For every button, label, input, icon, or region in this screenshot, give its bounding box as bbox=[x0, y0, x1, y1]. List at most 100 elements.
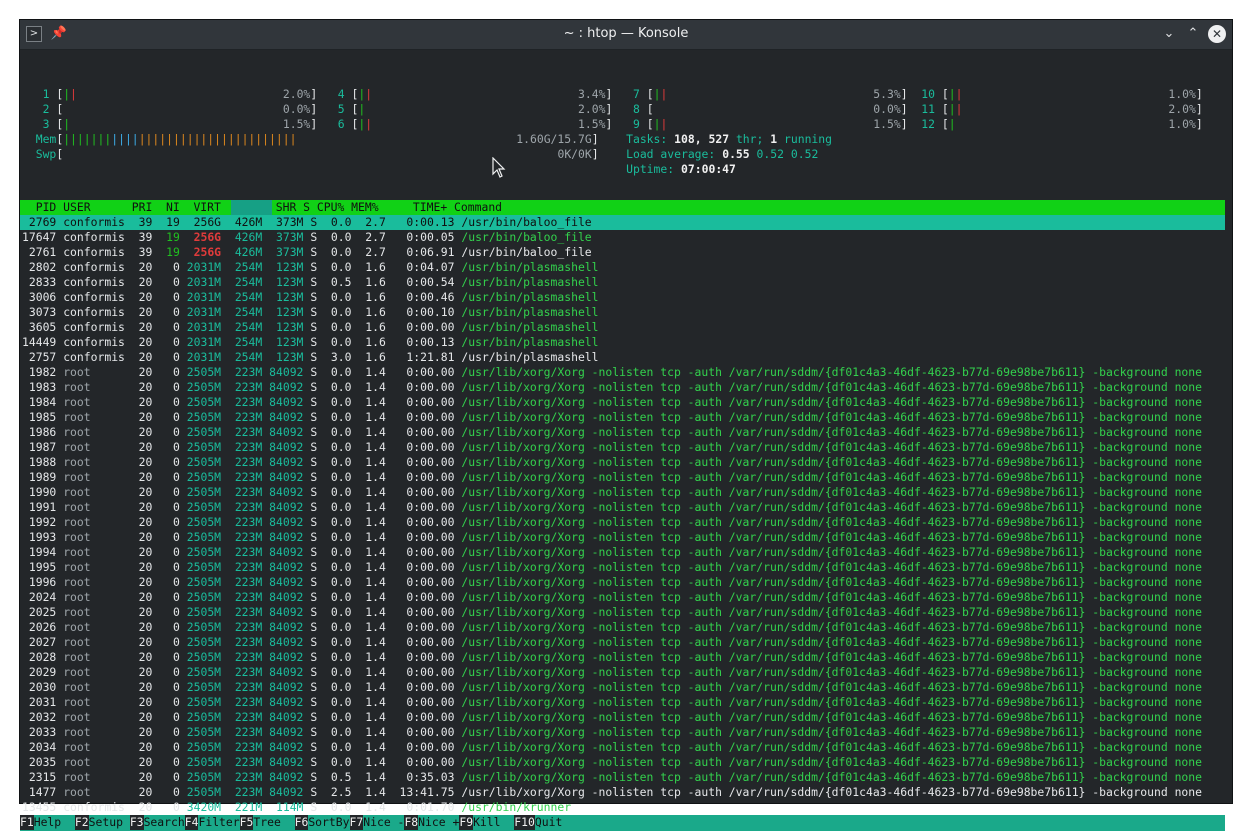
user-cell: root bbox=[63, 365, 125, 379]
pid-cell: 2032 bbox=[22, 710, 57, 724]
chevron-down-icon[interactable]: ⌄ bbox=[1160, 25, 1178, 43]
state-cell: S bbox=[310, 740, 318, 754]
user-cell: root bbox=[63, 620, 125, 634]
table-row[interactable]: 2802 conformis 20 0 2031M 254M 123M S 0.0 1.… bbox=[20, 260, 1225, 275]
table-row[interactable]: 2769 conformis 39 19 256G 426M 373M S 0.0 2… bbox=[20, 215, 1225, 230]
res-cell: 221M bbox=[234, 800, 263, 814]
time-cell: 0:00.00 bbox=[392, 635, 455, 649]
pid-cell: 2031 bbox=[22, 695, 57, 709]
table-row[interactable]: 1982 root 20 0 2505M 223M 84092 S 0.0 1.4 0:0… bbox=[20, 365, 1225, 380]
table-row[interactable]: 2024 root 20 0 2505M 223M 84092 S 0.0 1.4 0:0… bbox=[20, 590, 1225, 605]
table-row[interactable]: 1986 root 20 0 2505M 223M 84092 S 0.0 1.4 0:0… bbox=[20, 425, 1225, 440]
table-row[interactable]: 1987 root 20 0 2505M 223M 84092 S 0.0 1.4 0:0… bbox=[20, 440, 1225, 455]
nice-cell: 0 bbox=[159, 380, 180, 394]
mem-cell: 1.4 bbox=[358, 575, 386, 589]
table-row[interactable]: 2029 root 20 0 2505M 223M 84092 S 0.0 1.4 0:0… bbox=[20, 665, 1225, 680]
table-row[interactable]: 1993 root 20 0 2505M 223M 84092 S 0.0 1.4 0:0… bbox=[20, 530, 1225, 545]
cpu-percent: 0.0% bbox=[866, 102, 901, 116]
virt-cell: 2031M bbox=[186, 260, 222, 274]
table-row[interactable]: 14449 conformis 20 0 2031M 254M 123M S 0.0 1… bbox=[20, 335, 1225, 350]
table-row[interactable]: 3006 conformis 20 0 2031M 254M 123M S 0.0 1.… bbox=[20, 290, 1225, 305]
cpu-cell: 0.0 bbox=[324, 725, 352, 739]
cpu-cell: 0.0 bbox=[324, 695, 352, 709]
pid-cell: 1985 bbox=[22, 410, 57, 424]
table-row[interactable]: 1985 root 20 0 2505M 223M 84092 S 0.0 1.4 0:0… bbox=[20, 410, 1225, 425]
table-row[interactable]: 2030 root 20 0 2505M 223M 84092 S 0.0 1.4 0:0… bbox=[20, 680, 1225, 695]
state-cell: S bbox=[310, 680, 318, 694]
state-cell: S bbox=[310, 695, 318, 709]
table-row[interactable]: 3073 conformis 20 0 2031M 254M 123M S 0.0 1.… bbox=[20, 305, 1225, 320]
mem-cell: 1.4 bbox=[358, 710, 386, 724]
table-row[interactable]: 2025 root 20 0 2505M 223M 84092 S 0.0 1.4 0:0… bbox=[20, 605, 1225, 620]
threads-count: 527 bbox=[708, 132, 730, 146]
time-cell: 0:00.00 bbox=[392, 710, 455, 724]
cpu-number: 10 bbox=[914, 87, 936, 101]
table-row[interactable]: 3605 conformis 20 0 2031M 254M 123M S 0.0 1.… bbox=[20, 320, 1225, 335]
cpu-cell: 2.5 bbox=[324, 785, 352, 799]
nice-cell: 0 bbox=[159, 530, 180, 544]
table-row[interactable]: 2031 root 20 0 2505M 223M 84092 S 0.0 1.4 0:0… bbox=[20, 695, 1225, 710]
priority-cell: 20 bbox=[131, 275, 153, 289]
title-bar[interactable]: > 📌 ~ : htop — Konsole ⌄ ⌃ ✕ bbox=[20, 20, 1232, 50]
table-row[interactable]: 1991 root 20 0 2505M 223M 84092 S 0.0 1.4 0:0… bbox=[20, 500, 1225, 515]
command-cell: /usr/bin/plasmashell bbox=[461, 305, 599, 319]
terminal-area[interactable]: 1[| | 2.0%] 2[ 0.0%] 3[| 1.5%] 4[| | 3.4%]… bbox=[20, 50, 1232, 831]
column-header-bar[interactable]: PID USER PRI NI VIRT RES SHR S CPU% MEM%… bbox=[20, 200, 1225, 215]
table-row[interactable]: 1995 root 20 0 2505M 223M 84092 S 0.0 1.4 0:0… bbox=[20, 560, 1225, 575]
table-row[interactable]: 1988 root 20 0 2505M 223M 84092 S 0.0 1.4 0:0… bbox=[20, 455, 1225, 470]
table-row[interactable]: 2761 conformis 39 19 256G 426M 373M S 0.0 2… bbox=[20, 245, 1225, 260]
table-row[interactable]: 1990 root 20 0 2505M 223M 84092 S 0.0 1.4 0:0… bbox=[20, 485, 1225, 500]
state-cell: S bbox=[310, 770, 318, 784]
table-row[interactable]: 2033 root 20 0 2505M 223M 84092 S 0.0 1.4 0:0… bbox=[20, 725, 1225, 740]
table-row[interactable]: 2315 root 20 0 2505M 223M 84092 S 0.5 1.4 0:3… bbox=[20, 770, 1225, 785]
shr-cell: 123M bbox=[269, 350, 304, 364]
table-row[interactable]: 2833 conformis 20 0 2031M 254M 123M S 0.5 1.… bbox=[20, 275, 1225, 290]
virt-cell: 2031M bbox=[186, 350, 222, 364]
cpu-bar-low: | bbox=[63, 117, 71, 131]
shr-cell: 84092 bbox=[269, 635, 304, 649]
virt-cell: 2505M bbox=[186, 380, 222, 394]
shr-cell: 84092 bbox=[269, 560, 304, 574]
table-row[interactable]: 2032 root 20 0 2505M 223M 84092 S 0.0 1.4 0:0… bbox=[20, 710, 1225, 725]
virt-cell: 2505M bbox=[186, 485, 222, 499]
table-row[interactable]: 1996 root 20 0 2505M 223M 84092 S 0.0 1.4 0:0… bbox=[20, 575, 1225, 590]
cpu-cell: 0.0 bbox=[324, 440, 352, 454]
user-cell: conformis bbox=[63, 350, 125, 364]
table-row[interactable]: 13455 conformis 20 0 3420M 221M 114M S 0.0 1… bbox=[20, 800, 1225, 815]
table-row[interactable]: 2034 root 20 0 2505M 223M 84092 S 0.0 1.4 0:0… bbox=[20, 740, 1225, 755]
table-row[interactable]: 1992 root 20 0 2505M 223M 84092 S 0.0 1.4 0:0… bbox=[20, 515, 1225, 530]
table-row[interactable]: 1989 root 20 0 2505M 223M 84092 S 0.0 1.4 0:0… bbox=[20, 470, 1225, 485]
mem-cell: 1.4 bbox=[358, 665, 386, 679]
command-cell: /usr/bin/baloo_file bbox=[461, 230, 592, 244]
table-row[interactable]: 17647 conformis 39 19 256G 426M 373M S 0.0 … bbox=[20, 230, 1225, 245]
res-cell: 254M bbox=[234, 305, 263, 319]
nice-cell: 0 bbox=[159, 590, 180, 604]
state-cell: S bbox=[310, 785, 318, 799]
mem-value: 1.60G/15.7G bbox=[516, 132, 592, 146]
mem-cell: 1.4 bbox=[358, 395, 386, 409]
pid-cell: 1984 bbox=[22, 395, 57, 409]
command-cell: /usr/lib/xorg/Xorg -nolisten tcp -auth /… bbox=[461, 755, 1202, 769]
table-row[interactable]: 2028 root 20 0 2505M 223M 84092 S 0.0 1.4 0:0… bbox=[20, 650, 1225, 665]
priority-cell: 20 bbox=[131, 680, 153, 694]
cpu-cell: 0.0 bbox=[324, 665, 352, 679]
table-row[interactable]: 1994 root 20 0 2505M 223M 84092 S 0.0 1.4 0:0… bbox=[20, 545, 1225, 560]
state-cell: S bbox=[310, 290, 318, 304]
nice-cell: 0 bbox=[159, 650, 180, 664]
command-cell: /usr/bin/plasmashell bbox=[461, 350, 599, 364]
shr-cell: 84092 bbox=[269, 575, 304, 589]
table-row[interactable]: 1983 root 20 0 2505M 223M 84092 S 0.0 1.4 0:0… bbox=[20, 380, 1225, 395]
close-icon[interactable]: ✕ bbox=[1208, 25, 1226, 43]
mem-label: Mem bbox=[35, 132, 57, 146]
time-cell: 0:35.03 bbox=[392, 770, 455, 784]
table-row[interactable]: 1477 root 20 0 2505M 223M 84092 S 2.5 1.4 13:… bbox=[20, 785, 1225, 800]
table-row[interactable]: 2027 root 20 0 2505M 223M 84092 S 0.0 1.4 0:0… bbox=[20, 635, 1225, 650]
table-row[interactable]: 2026 root 20 0 2505M 223M 84092 S 0.0 1.4 0:0… bbox=[20, 620, 1225, 635]
chevron-up-icon[interactable]: ⌃ bbox=[1184, 25, 1202, 43]
table-row[interactable]: 1984 root 20 0 2505M 223M 84092 S 0.0 1.4 0:0… bbox=[20, 395, 1225, 410]
cpu-percent: 2.0% bbox=[571, 102, 606, 116]
nice-cell: 0 bbox=[159, 695, 180, 709]
res-cell: 254M bbox=[234, 260, 263, 274]
table-row[interactable]: 2035 root 20 0 2505M 223M 84092 S 0.0 1.4 0:0… bbox=[20, 755, 1225, 770]
table-row[interactable]: 2757 conformis 20 0 2031M 254M 123M S 3.0 1.… bbox=[20, 350, 1225, 365]
